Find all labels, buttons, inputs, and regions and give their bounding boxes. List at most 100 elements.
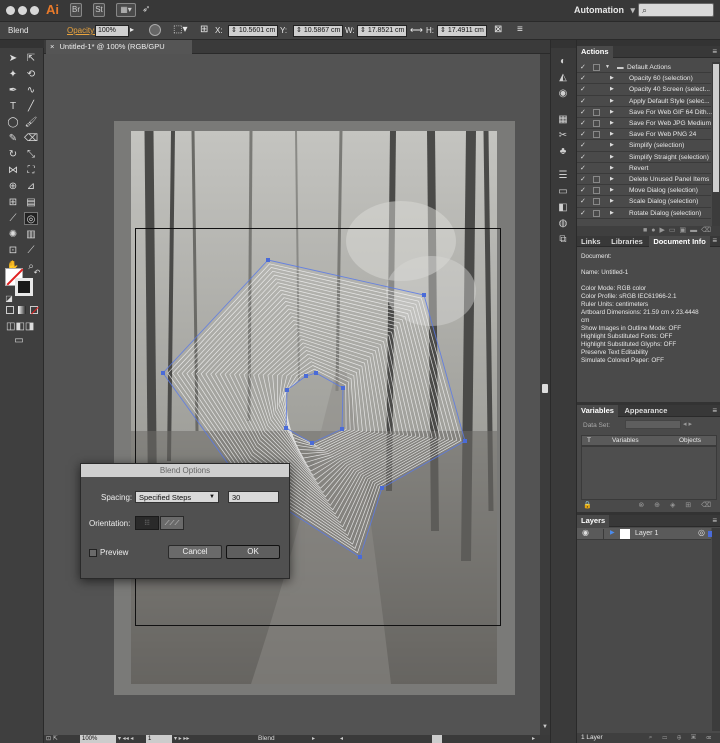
action-item[interactable]: ✓ ▶ Rotate Dialog (selection)	[577, 208, 711, 219]
check-icon[interactable]: ✓	[580, 196, 586, 207]
y-position-field[interactable]: ⇕ 10.5867 cm	[293, 25, 343, 37]
action-item[interactable]: ✓ ▶ Move Dialog (selection)	[577, 185, 711, 197]
expand-triangle-icon[interactable]: ▶	[610, 208, 614, 219]
layer-name[interactable]: Layer 1	[635, 528, 658, 540]
action-item[interactable]: ✓ ▶ Save For Web GIF 64 Dith...	[577, 107, 712, 118]
expand-triangle-icon[interactable]: ▶	[610, 152, 614, 163]
magic-wand-tool-icon[interactable]: ✦	[6, 68, 20, 81]
dialog-toggle-box[interactable]	[593, 209, 600, 217]
none-mode-button[interactable]	[30, 306, 39, 315]
scroll-down-arrow-icon[interactable]: ▼	[542, 724, 548, 730]
close-window-button[interactable]	[6, 6, 15, 15]
tab-links[interactable]: Links	[577, 236, 605, 248]
artboard-tool-icon[interactable]: ⊡	[6, 244, 20, 257]
anchor-point[interactable]	[304, 374, 308, 378]
action-item[interactable]: ✓ ▶ Apply Default Style (selec...	[577, 96, 711, 107]
ellipse-tool-icon[interactable]: ◯	[6, 116, 20, 129]
recolor-artwork-icon[interactable]	[149, 24, 161, 36]
symbol-sprayer-tool-icon[interactable]: ✺	[6, 228, 20, 241]
width-field[interactable]: ⇕ 17.8521 cm	[357, 25, 407, 37]
expand-triangle-icon[interactable]: ▶	[610, 107, 614, 118]
eyedropper-tool-icon[interactable]: ⟋	[6, 212, 20, 225]
artboard-nav-icon[interactable]: ⊡ ⇱	[46, 735, 58, 742]
expand-triangle-icon[interactable]: ▶	[610, 73, 614, 84]
action-item[interactable]: ✓ ▶ Save For Web JPG Medium	[577, 118, 711, 130]
tab-actions[interactable]: Actions	[577, 46, 613, 58]
cancel-button[interactable]: Cancel	[168, 545, 222, 559]
expand-triangle-icon[interactable]: ▶	[610, 140, 614, 151]
anchor-point[interactable]	[358, 555, 362, 559]
horizontal-scroll-thumb[interactable]	[432, 735, 442, 743]
dataset-nav-icons[interactable]: ◂ ▸	[683, 420, 692, 428]
check-icon[interactable]: ✓	[580, 96, 586, 107]
variables-panel-menu-icon[interactable]: ≡	[712, 406, 717, 415]
status-menu-icon[interactable]: ▸	[312, 735, 315, 742]
spacing-dropdown[interactable]: Specified Steps ▼	[135, 491, 219, 503]
anchor-point[interactable]	[266, 258, 270, 262]
appearance-icon[interactable]: ◍	[556, 218, 570, 230]
scroll-left-icon[interactable]: ◂	[340, 735, 343, 742]
paintbrush-tool-icon[interactable]: 🖌	[24, 116, 38, 129]
opacity-field[interactable]: 100%	[95, 25, 129, 37]
workspace-switcher[interactable]: Automation ▾	[574, 5, 635, 16]
anchor-point[interactable]	[380, 486, 384, 490]
tab-appearance[interactable]: Appearance	[620, 405, 671, 417]
dialog-toggle-box[interactable]	[593, 108, 600, 116]
vertical-scrollbar[interactable]: ▼	[540, 54, 550, 735]
tab-libraries[interactable]: Libraries	[607, 236, 647, 248]
variables-footer-buttons[interactable]: 🔒 ⊗ ⊕ ◈ ⊞ ⌫	[577, 501, 720, 511]
direct-selection-tool-icon[interactable]: ⇱	[24, 52, 38, 65]
rotate-tool-icon[interactable]: ↻	[6, 148, 20, 161]
actions-scroll-thumb[interactable]	[713, 64, 719, 192]
pen-tool-icon[interactable]: ✒	[6, 84, 20, 97]
dialog-toggle-box[interactable]	[593, 176, 600, 183]
swatches-icon[interactable]: ◉	[556, 88, 570, 100]
anchor-point[interactable]	[284, 426, 288, 430]
minimize-window-button[interactable]	[18, 6, 27, 15]
swap-fill-stroke-icon[interactable]: ↶	[30, 266, 44, 279]
anchor-point[interactable]	[463, 439, 467, 443]
selection-tool-icon[interactable]: ➤	[6, 52, 20, 65]
expand-triangle-icon[interactable]: ▶	[610, 185, 614, 196]
artboard-next-icon[interactable]: ▾ ▸ ▸▸	[174, 735, 189, 742]
pencil-tool-icon[interactable]: ✎	[6, 132, 20, 145]
bridge-icon[interactable]: Br	[70, 3, 82, 17]
actions-scrollbar[interactable]	[712, 62, 720, 227]
docinfo-panel-menu-icon[interactable]: ≡	[712, 236, 717, 245]
stroke-panel-icon[interactable]: ▦	[556, 114, 570, 126]
dialog-toggle-box[interactable]	[593, 131, 600, 139]
action-item[interactable]: ✓ ▶ Save For Web PNG 24	[577, 129, 711, 141]
stock-icon[interactable]: St	[93, 3, 105, 17]
brushes-icon[interactable]: ✂	[556, 130, 570, 142]
anchor-point[interactable]	[314, 371, 318, 375]
vertical-scroll-thumb[interactable]	[542, 384, 548, 393]
anchor-point[interactable]	[161, 371, 165, 375]
scale-tool-icon[interactable]: ⤡	[24, 148, 38, 161]
action-item[interactable]: ✓ ▶ Simplify Straight (selection)	[577, 152, 711, 163]
check-icon[interactable]: ✓	[580, 208, 586, 219]
check-icon[interactable]: ✓	[580, 174, 586, 185]
link-proportions-icon[interactable]: ⟷	[410, 25, 423, 36]
anchor-point[interactable]	[310, 441, 314, 445]
action-item[interactable]: ✓ ▶ Scale Dialog (selection)	[577, 196, 711, 208]
slice-tool-icon[interactable]: ⟋	[24, 244, 38, 257]
preview-checkbox[interactable]	[89, 549, 97, 557]
action-item[interactable]: ✓ ▶ Revert	[577, 163, 711, 174]
actions-footer-buttons[interactable]: ■●▶▭▣▬⌫	[577, 226, 720, 236]
blend-spiral-artwork[interactable]	[44, 54, 540, 735]
anchor-point[interactable]	[340, 427, 344, 431]
expand-triangle-icon[interactable]: ▶	[610, 84, 614, 95]
gradient-tool-icon[interactable]: ▤	[24, 196, 38, 209]
check-icon[interactable]: ✓	[580, 62, 586, 73]
zoom-dropdown-icon[interactable]: ▾ ◂◂ ◂	[118, 735, 133, 742]
expand-triangle-icon[interactable]: ▶	[610, 118, 614, 129]
stroke-color-swatch[interactable]	[15, 278, 33, 296]
dialog-toggle-box[interactable]	[593, 120, 600, 127]
gpu-performance-icon[interactable]: ➶	[142, 4, 150, 15]
opacity-stepper[interactable]: ▸	[130, 25, 134, 34]
check-icon[interactable]: ✓	[580, 152, 586, 163]
anchor-point[interactable]	[422, 293, 426, 297]
transform-icon[interactable]: ⊠	[494, 24, 502, 35]
layers-scrollbar[interactable]	[712, 528, 720, 731]
reference-point-icon[interactable]: ⊞	[200, 24, 208, 35]
